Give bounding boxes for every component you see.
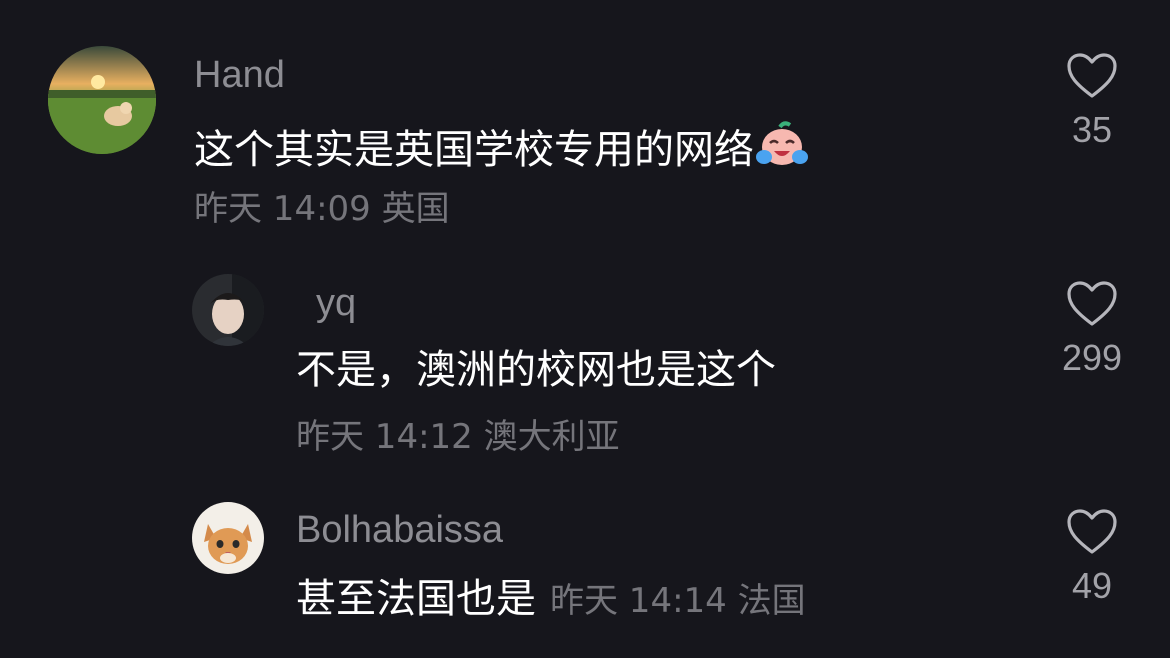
comment-text: 这个其实是英国学校专用的网络 [194,121,808,176]
like-count: 299 [1061,337,1123,378]
like-count: 35 [1071,109,1113,150]
avatar[interactable] [192,274,264,346]
comment-meta: 昨天 14:14 法国 [550,581,806,621]
like-button[interactable]: 35 [1032,52,1152,148]
heart-icon [1067,53,1117,98]
avatar[interactable] [192,502,264,574]
comment-username[interactable]: Hand [194,56,285,94]
comment-text-content: 这个其实是英国学校专用的网络 [194,127,754,173]
comment-text: 甚至法国也是 昨天 14:14 法国 [296,579,806,619]
crying-laughing-emoji-icon [756,121,808,176]
comment-username[interactable]: yq [316,284,356,322]
comment-meta: 昨天 14:09 英国 [194,189,450,229]
comment-text-content: 甚至法国也是 [296,576,536,622]
avatar[interactable] [48,46,156,154]
comment-text: 不是，澳洲的校网也是这个 [296,347,776,393]
like-button[interactable]: 299 [1032,280,1152,376]
heart-icon [1067,281,1117,326]
comment-username[interactable]: Bolhabaissa [296,511,503,549]
like-count: 49 [1071,565,1113,606]
like-button[interactable]: 49 [1032,508,1152,604]
comment-meta: 昨天 14:12 澳大利亚 [296,417,620,457]
heart-icon [1067,509,1117,554]
